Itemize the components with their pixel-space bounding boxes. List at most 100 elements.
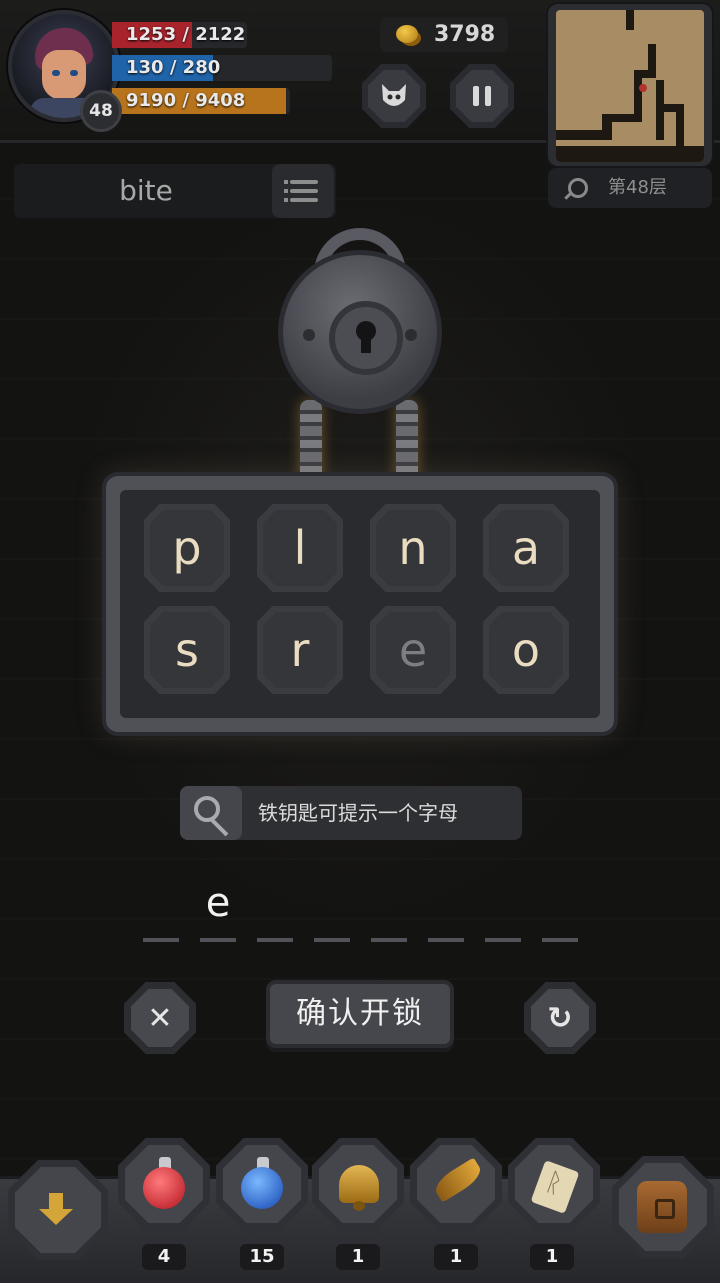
padlock-icon: [278, 250, 442, 414]
item-count: 4: [142, 1244, 186, 1270]
letter-tile-face: a: [489, 510, 563, 586]
hint-text: 铁钥匙可提示一个字母: [258, 801, 458, 825]
answer-slot-line: [371, 938, 407, 942]
map-wall: [626, 10, 634, 30]
answer-slot-line: [314, 938, 350, 942]
mp-text: 130 / 280: [126, 57, 221, 78]
key-hint-bar[interactable]: 铁钥匙可提示一个字母: [180, 786, 522, 840]
word-list-button[interactable]: [272, 164, 334, 218]
inventory-slot-face: [223, 1145, 301, 1223]
floor-indicator[interactable]: 第48层: [548, 168, 712, 208]
list-icon: [284, 189, 288, 193]
pause-button[interactable]: [450, 64, 514, 128]
inventory-slot-red-potion[interactable]: [118, 1138, 210, 1230]
search-icon: [568, 178, 588, 198]
pet-button[interactable]: [362, 64, 426, 128]
letter-tile[interactable]: r: [257, 606, 343, 694]
xp-text: 9190 / 9408: [126, 90, 246, 111]
level-badge: 48: [80, 90, 122, 132]
collapse-button-face: [15, 1167, 101, 1253]
item-count: 1: [336, 1244, 380, 1270]
lock-bolt: [303, 329, 315, 341]
inventory-slot-face: [319, 1145, 397, 1223]
list-icon: [290, 189, 318, 193]
lock-plate: [329, 301, 403, 375]
map-wall: [648, 44, 656, 78]
blue-potion-icon: [241, 1167, 283, 1209]
answer-slot-line: [257, 938, 293, 942]
avatar-eye: [70, 70, 78, 76]
bell-icon: [339, 1165, 379, 1203]
answer-slot-line: [485, 938, 521, 942]
key-shaft: [208, 816, 229, 837]
inventory-slot-face: [125, 1145, 203, 1223]
letter-tile-face: s: [150, 612, 224, 688]
chain-left: [300, 400, 322, 480]
answer-slot-line: [542, 938, 578, 942]
inventory-slot-face: [515, 1145, 593, 1223]
hp-text: 1253 / 2122: [126, 24, 246, 45]
keyhole-icon: [361, 335, 371, 353]
gold-counter: 3798: [380, 18, 508, 52]
floor-label: 第48层: [608, 177, 667, 198]
hint-word: bite: [119, 174, 173, 207]
arrow-down-icon: [39, 1193, 73, 1225]
item-count: 1: [434, 1244, 478, 1270]
list-icon: [290, 180, 318, 184]
hp-bar: 1253 / 2122: [112, 22, 247, 48]
backpack-button[interactable]: [612, 1156, 714, 1258]
inventory-slot-bell[interactable]: [312, 1138, 404, 1230]
red-potion-icon: [143, 1167, 185, 1209]
list-icon: [284, 198, 288, 202]
letter-tile-face: p: [150, 510, 224, 586]
letter-tile[interactable]: l: [257, 504, 343, 592]
map-wall: [556, 146, 704, 162]
letter-tile[interactable]: s: [144, 606, 230, 694]
lock-bolt: [405, 329, 417, 341]
pause-icon: [456, 70, 508, 122]
inventory-slot-blue-potion[interactable]: [216, 1138, 308, 1230]
gold-amount: 3798: [434, 22, 496, 47]
mp-bar: 130 / 280: [112, 55, 332, 81]
key-ring: [194, 796, 220, 822]
chain-right: [396, 400, 418, 480]
coin-icon: [396, 25, 418, 43]
letter-tile[interactable]: o: [483, 606, 569, 694]
key-icon[interactable]: [180, 786, 242, 840]
list-icon: [290, 198, 318, 202]
reset-icon: ↻: [531, 989, 589, 1047]
item-count: 15: [240, 1244, 284, 1270]
feather-icon: [430, 1157, 486, 1203]
avatar-eye: [52, 70, 60, 76]
inventory-slot-feather[interactable]: [410, 1138, 502, 1230]
letter-tile[interactable]: p: [144, 504, 230, 592]
minimap[interactable]: [548, 4, 712, 166]
answer-slot-line: [200, 938, 236, 942]
avatar-face: [42, 50, 86, 100]
inventory-slot-face: [417, 1145, 495, 1223]
inventory-slot-rune-scroll[interactable]: [508, 1138, 600, 1230]
rune-scroll-icon: [530, 1160, 580, 1214]
letter-board: p l n a s r e o: [106, 476, 614, 732]
pet-icon: [368, 70, 420, 122]
list-icon: [284, 180, 288, 184]
bell-clapper: [353, 1201, 365, 1211]
letter-tile-face: l: [263, 510, 337, 586]
confirm-unlock-button[interactable]: 确认开锁: [266, 980, 454, 1048]
answer-slot-line: [143, 938, 179, 942]
item-count: 1: [530, 1244, 574, 1270]
letter-tile[interactable]: a: [483, 504, 569, 592]
answer-slot-line: [428, 938, 464, 942]
close-icon: ✕: [131, 989, 189, 1047]
collapse-button[interactable]: [8, 1160, 108, 1260]
letter-tile-face: o: [489, 612, 563, 688]
backpack-icon: [637, 1181, 687, 1233]
letter-tile-face: n: [376, 510, 450, 586]
answer-slot-letter[interactable]: e: [200, 880, 236, 926]
minimap-area: [556, 10, 704, 162]
letter-tile-face: r: [263, 612, 337, 688]
letter-tile[interactable]: n: [370, 504, 456, 592]
xp-bar: 9190 / 9408: [112, 88, 290, 114]
letter-tile-used[interactable]: e: [370, 606, 456, 694]
backpack-button-face: [619, 1163, 707, 1251]
